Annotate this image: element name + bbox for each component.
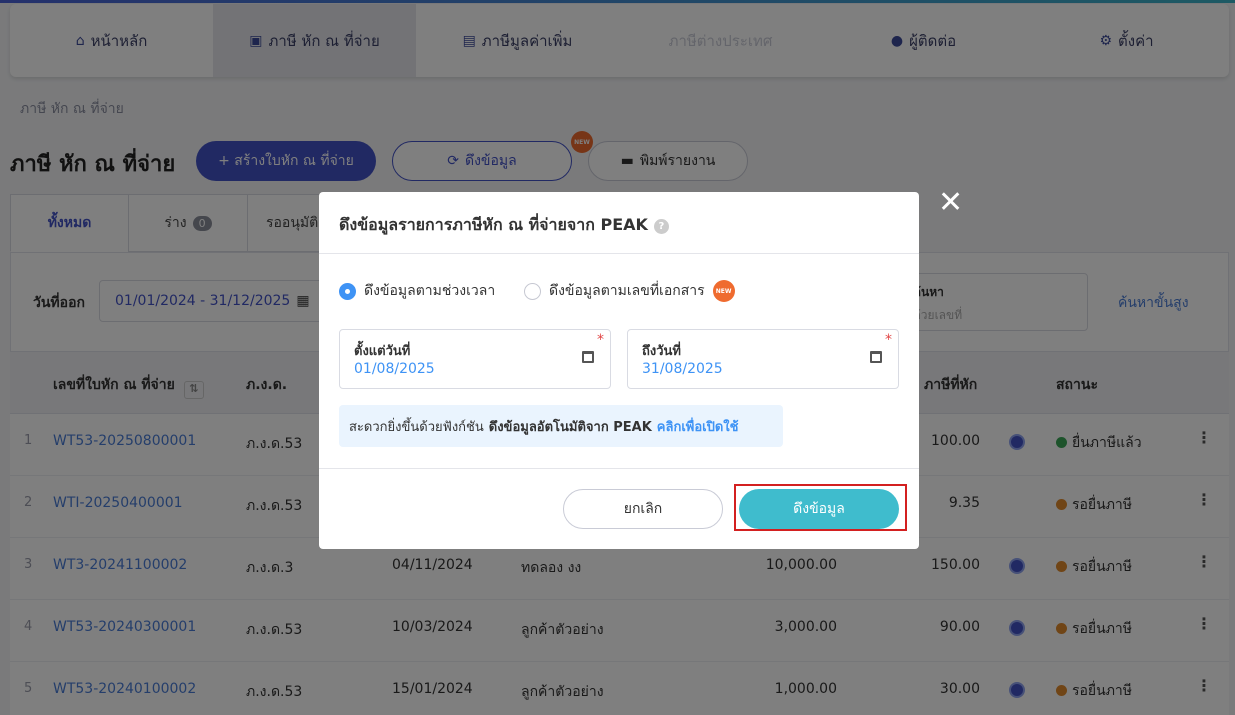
- info-strong-text: ดึงข้อมูลอัตโนมัติจาก PEAK: [488, 419, 652, 435]
- to-date-label: ถึงวันที่: [642, 344, 681, 359]
- to-date-value: 31/08/2025: [642, 361, 723, 377]
- fetch-submit-button[interactable]: ดึงข้อมูล: [739, 489, 899, 529]
- modal-title: ดึงข้อมูลรายการภาษีหัก ณ ที่จ่ายจาก PEAK…: [339, 213, 669, 238]
- required-asterisk: *: [885, 332, 892, 348]
- radio-unchecked-icon: [524, 282, 541, 300]
- required-asterisk: *: [597, 332, 604, 348]
- radio-fetch-by-doc-no[interactable]: ดึงข้อมูลตามเลขที่เอกสาร NEW: [524, 280, 735, 302]
- from-date-value: 01/08/2025: [354, 361, 435, 377]
- divider: [319, 253, 919, 254]
- help-icon[interactable]: ?: [653, 219, 669, 234]
- modal-title-text: ดึงข้อมูลรายการภาษีหัก ณ ที่จ่ายจาก PEAK: [339, 215, 648, 234]
- radio-label: ดึงข้อมูลตามช่วงเวลา: [364, 283, 496, 299]
- new-badge: NEW: [712, 280, 735, 302]
- info-text: สะดวกยิ่งขึ้นด้วยฟังก์ชัน: [349, 419, 484, 435]
- fetch-data-modal: ดึงข้อมูลรายการภาษีหัก ณ ที่จ่ายจาก PEAK…: [319, 192, 919, 549]
- auto-fetch-info-box: สะดวกยิ่งขึ้นด้วยฟังก์ชัน ดึงข้อมูลอัตโน…: [339, 405, 783, 447]
- radio-fetch-by-period[interactable]: ดึงข้อมูลตามช่วงเวลา: [339, 280, 495, 302]
- calendar-icon[interactable]: [870, 351, 882, 363]
- radio-label: ดึงข้อมูลตามเลขที่เอกสาร: [549, 283, 705, 299]
- cancel-button[interactable]: ยกเลิก: [563, 489, 723, 529]
- divider: [319, 468, 919, 469]
- radio-checked-icon: [339, 282, 356, 300]
- from-date-label: ตั้งแต่วันที่: [354, 344, 411, 359]
- calendar-icon[interactable]: [582, 351, 594, 363]
- to-date-field[interactable]: ถึงวันที่ 31/08/2025 *: [627, 329, 899, 389]
- close-icon[interactable]: ✕: [938, 188, 963, 218]
- from-date-field[interactable]: ตั้งแต่วันที่ 01/08/2025 *: [339, 329, 611, 389]
- enable-auto-fetch-link[interactable]: คลิกเพื่อเปิดใช้: [657, 416, 739, 437]
